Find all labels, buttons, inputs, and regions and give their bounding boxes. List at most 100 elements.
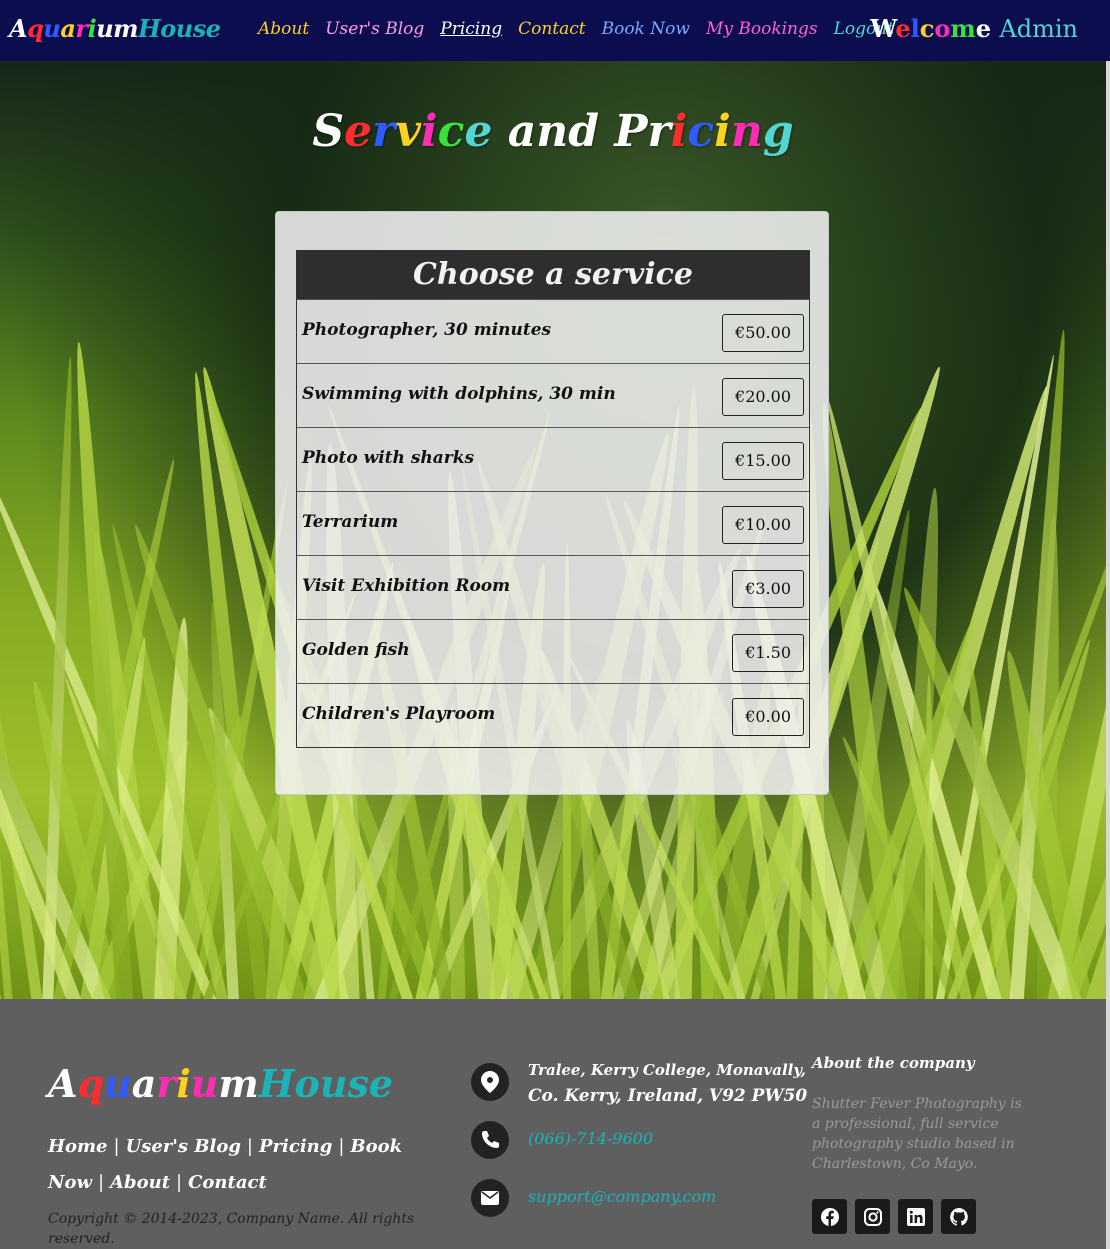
footer-brand-logo[interactable]: AquariumHouse [48, 1061, 393, 1106]
link-separator: | [338, 1136, 345, 1157]
logo-letter: House [258, 1061, 394, 1106]
welcome-user: Admin [999, 15, 1078, 43]
address: Tralee, Kerry College, Monavally, Co. Ke… [528, 1057, 807, 1109]
phone-number[interactable]: (066)-714-9600 [528, 1126, 653, 1152]
logo-letter: P [614, 106, 648, 157]
service-name: Children's Playroom [302, 704, 496, 724]
nav-link-contact[interactable]: Contact [518, 19, 586, 39]
pricing-table: Choose a service Photographer, 30 minute… [296, 250, 810, 748]
welcome-letter: e [895, 14, 911, 43]
logo-letter: c [687, 106, 715, 157]
pricing-row: Terrarium €10.00 [297, 491, 809, 555]
logo-letter: g [762, 106, 794, 157]
envelope-icon [471, 1179, 509, 1217]
footer-link-pricing[interactable]: Pricing [259, 1136, 332, 1157]
logo-letter: m [218, 1061, 259, 1106]
logo-letter: q [77, 1061, 105, 1106]
pricing-table-header: Choose a service [297, 251, 809, 299]
footer-links: Home | User's Blog | Pricing | Book Now | About |… [48, 1129, 448, 1201]
logo-letter: n [730, 106, 763, 157]
pricing-row: Swimming with dolphins, 30 min €20.00 [297, 363, 809, 427]
footer-link-user-s-blog[interactable]: User's Blog [126, 1136, 241, 1157]
pricing-row: Children's Playroom €0.00 [297, 683, 809, 747]
logo-letter: e [464, 106, 493, 157]
price-button[interactable]: €1.50 [732, 634, 804, 672]
logo-letter: A [9, 14, 28, 43]
footer: AquariumHouse Home | User's Blog | Pricing | B… [0, 999, 1106, 1249]
link-separator: | [246, 1136, 253, 1157]
brand-logo[interactable]: AquariumHouse [9, 14, 221, 43]
logo-letter: r [647, 106, 671, 157]
scrollbar[interactable] [1106, 61, 1110, 1249]
logo-letter: u [96, 14, 114, 43]
logo-letter: S [312, 106, 345, 157]
pricing-row: Photographer, 30 minutes €50.00 [297, 299, 809, 363]
pricing-row: Visit Exhibition Room €3.00 [297, 555, 809, 619]
page-title: Service and Pricing [0, 106, 1106, 157]
logo-letter: House [138, 14, 221, 43]
logo-letter: r [372, 106, 396, 157]
price-button[interactable]: €15.00 [722, 442, 804, 480]
logo-letter: v [395, 106, 421, 157]
service-name: Visit Exhibition Room [302, 576, 511, 596]
price-button[interactable]: €10.00 [722, 506, 804, 544]
link-separator: | [97, 1172, 105, 1193]
github-icon[interactable] [941, 1199, 976, 1234]
logo-letter: i [176, 1061, 191, 1106]
logo-letter: r [75, 14, 88, 43]
nav-link-my-bookings[interactable]: My Bookings [706, 19, 818, 39]
email-link[interactable]: support@company.com [528, 1184, 716, 1210]
welcome-letter: o [934, 14, 951, 43]
welcome-letter: c [919, 14, 935, 43]
logo-letter: a [60, 14, 76, 43]
copyright: Copyright © 2014-2023, Company Name. All… [48, 1211, 415, 1247]
welcome-letter: l [910, 14, 920, 43]
facebook-icon[interactable] [812, 1199, 847, 1234]
welcome-letter: m [950, 14, 976, 43]
logo-letter: A [48, 1061, 78, 1106]
social-links [812, 1199, 976, 1234]
welcome-label: Welcome [870, 14, 991, 43]
price-button[interactable]: €3.00 [732, 570, 804, 608]
service-name: Terrarium [302, 512, 399, 532]
location-icon [471, 1063, 509, 1101]
logo-letter: e [344, 106, 373, 157]
nav-link-book-now[interactable]: Book Now [602, 19, 690, 39]
logo-letter: and [492, 106, 615, 157]
hero-section: Service and Pricing Choose a service Pho… [0, 61, 1106, 999]
link-separator: | [113, 1136, 120, 1157]
pricing-card: Choose a service Photographer, 30 minute… [275, 211, 829, 795]
logo-letter: i [420, 106, 438, 157]
service-name: Photo with sharks [302, 448, 475, 468]
address-line-1: Tralee, Kerry College, Monavally, [528, 1061, 806, 1079]
link-separator: | [176, 1172, 183, 1193]
logo-letter: i [87, 14, 97, 43]
address-line-2: Co. Kerry, Ireland, V92 PW50 [528, 1086, 808, 1106]
logo-letter: c [437, 106, 465, 157]
welcome-letter: e [975, 14, 992, 43]
nav-links: About User's Blog Pricing Contact Book Now My… [258, 19, 894, 39]
nav-link-user-s-blog[interactable]: User's Blog [325, 19, 424, 39]
footer-link-home[interactable]: Home [48, 1136, 108, 1157]
footer-link-about[interactable]: About [110, 1172, 170, 1193]
nav-link-pricing[interactable]: Pricing [440, 19, 502, 39]
price-button[interactable]: €0.00 [732, 698, 804, 736]
nav-link-about[interactable]: About [258, 19, 309, 39]
logo-letter: m [113, 14, 139, 43]
price-button[interactable]: €50.00 [722, 314, 804, 352]
price-button[interactable]: €20.00 [722, 378, 804, 416]
about-title: About the company [812, 1054, 975, 1072]
service-name: Photographer, 30 minutes [302, 320, 552, 340]
logo-letter: i [670, 106, 688, 157]
footer-link-contact[interactable]: Contact [188, 1172, 267, 1193]
logo-letter: u [43, 14, 61, 43]
logo-letter: q [27, 14, 44, 43]
instagram-icon[interactable] [855, 1199, 890, 1234]
logo-letter: u [104, 1061, 132, 1106]
logo-letter: i [714, 106, 731, 157]
linkedin-icon[interactable] [898, 1199, 933, 1234]
logo-letter: a [131, 1061, 157, 1106]
pricing-row: Golden fish €1.50 [297, 619, 809, 683]
logo-letter: r [156, 1061, 177, 1106]
service-name: Swimming with dolphins, 30 min [302, 384, 616, 404]
